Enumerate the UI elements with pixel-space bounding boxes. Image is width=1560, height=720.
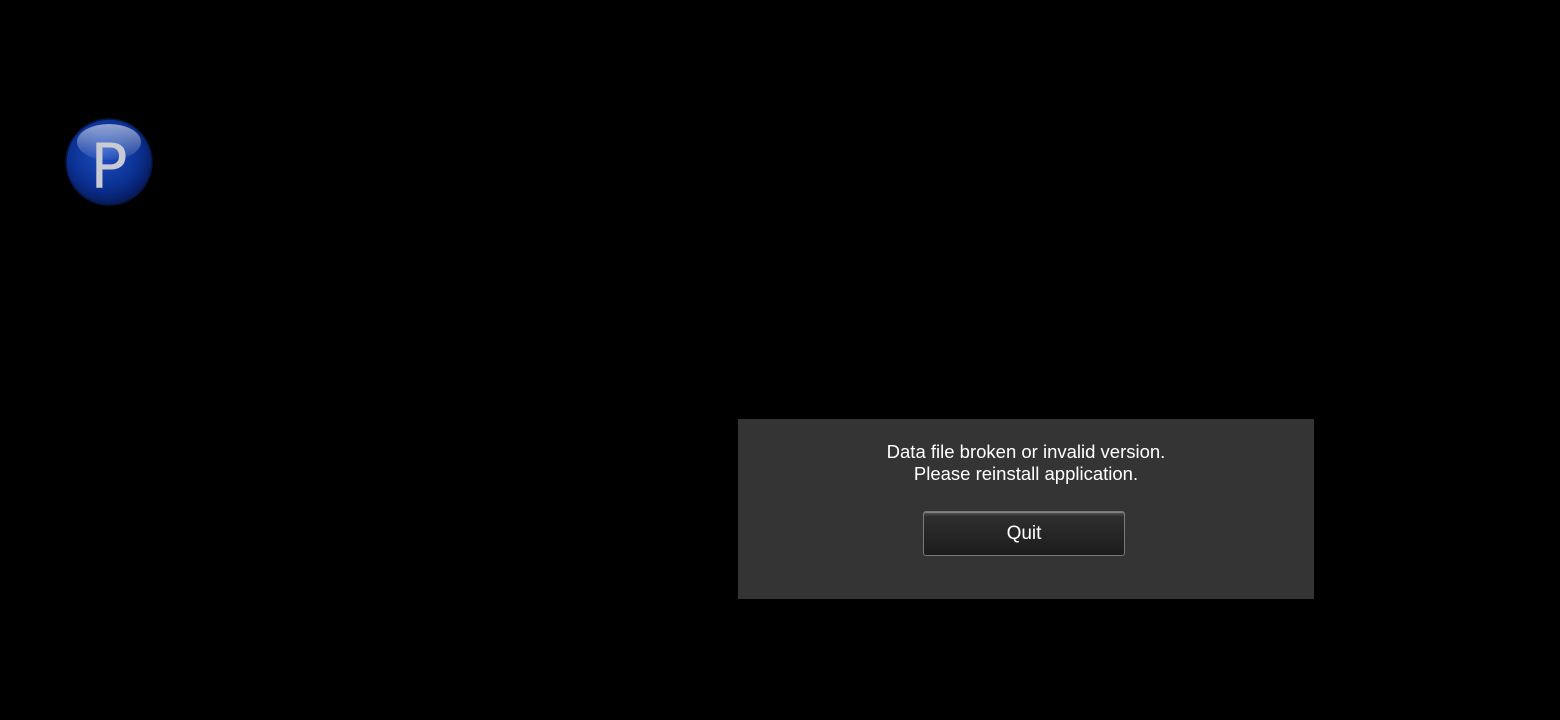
app-screen: P Data file broken or invalid version. P…: [0, 0, 1560, 720]
logo-letter: P: [90, 130, 127, 203]
error-message-line-2: Please reinstall application.: [913, 463, 1139, 484]
error-message-line-1: Data file broken or invalid version.: [886, 441, 1166, 462]
quit-button[interactable]: Quit: [923, 511, 1125, 556]
app-logo-icon: P: [65, 118, 153, 206]
error-dialog: Data file broken or invalid version. Ple…: [738, 419, 1314, 599]
error-message: Data file broken or invalid version. Ple…: [738, 441, 1314, 485]
